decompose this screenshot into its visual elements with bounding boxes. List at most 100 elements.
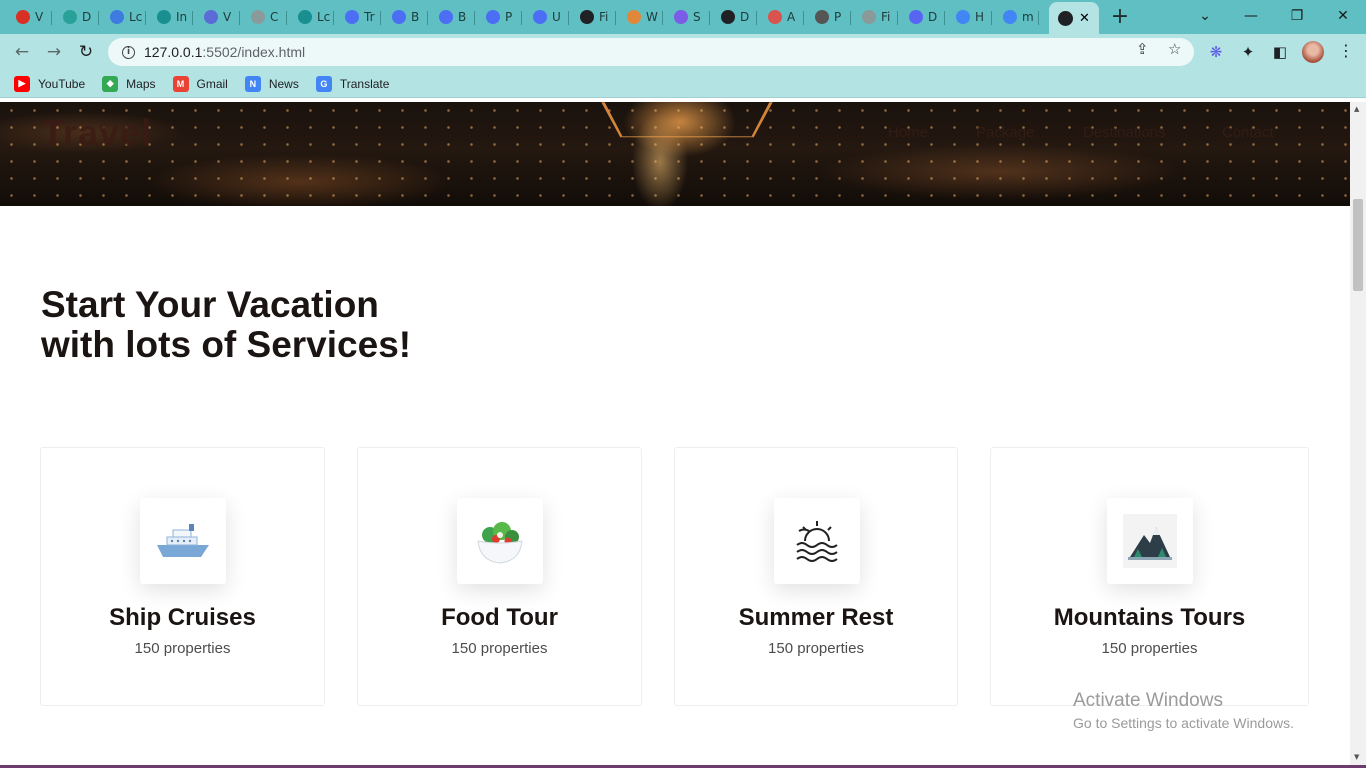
card-title: Ship Cruises	[109, 604, 256, 631]
browser-tab[interactable]: D	[901, 5, 945, 29]
browser-tab[interactable]: m	[995, 5, 1039, 29]
browser-tab[interactable]: S	[666, 5, 710, 29]
watermark-subtitle: Go to Settings to activate Windows.	[1073, 715, 1294, 731]
close-window-button[interactable]: ✕	[1320, 0, 1366, 32]
globe-icon	[1058, 10, 1073, 26]
nav-home[interactable]: Home	[888, 124, 928, 141]
hero-banner: Travel Home Package Destinations Contact	[0, 102, 1350, 206]
tab-favicon-icon	[16, 10, 30, 24]
extension-icon[interactable]: ❋	[1206, 42, 1226, 62]
service-card-mountains-tours[interactable]: Mountains Tours 150 properties	[990, 447, 1309, 706]
gmail-icon: M	[172, 75, 189, 92]
bookmark-label: Maps	[126, 76, 156, 91]
reload-button[interactable]: ↻	[74, 40, 98, 64]
url-host: 127.0.0.1	[144, 44, 203, 60]
browser-tab[interactable]: P	[807, 5, 851, 29]
browser-tab[interactable]: Fi	[854, 5, 898, 29]
tab-separator	[756, 11, 757, 25]
scrollbar-thumb[interactable]	[1353, 199, 1363, 291]
site-info-icon[interactable]: i	[122, 45, 135, 59]
tab-search-button[interactable]: ⌄	[1182, 0, 1228, 32]
tab-title: D	[82, 10, 92, 24]
browser-tab[interactable]: Lc	[290, 5, 334, 29]
youtube-icon: ▶	[14, 75, 30, 92]
nav-package[interactable]: Package	[976, 124, 1034, 141]
minimize-button[interactable]: —	[1228, 0, 1274, 32]
scroll-up-icon[interactable]: ▲	[1354, 105, 1362, 113]
tab-title: C	[270, 10, 279, 24]
card-title: Summer Rest	[738, 604, 894, 631]
back-button[interactable]: ←	[10, 40, 34, 64]
bookmark-star-icon[interactable]: ☆	[1168, 40, 1181, 58]
browser-tab[interactable]: Fi	[572, 5, 616, 29]
tab-favicon-icon	[956, 10, 970, 24]
tab-separator	[474, 11, 475, 25]
page-viewport: Travel Home Package Destinations Contact…	[0, 102, 1350, 768]
active-tab[interactable]: ✕	[1049, 2, 1099, 34]
heading-line-2: with lots of Services!	[41, 324, 412, 365]
site-logo[interactable]: Travel	[42, 112, 152, 154]
tab-title: W	[646, 10, 658, 24]
profile-avatar[interactable]	[1302, 41, 1324, 63]
browser-tab[interactable]: In	[149, 5, 193, 29]
tab-favicon-icon	[721, 10, 735, 24]
bookmark-news[interactable]: N News	[244, 75, 299, 92]
tab-title: P	[505, 10, 513, 24]
browser-tab[interactable]: H	[948, 5, 992, 29]
service-card-summer-rest[interactable]: Summer Rest 150 properties	[674, 447, 958, 706]
browser-tab[interactable]: W	[619, 5, 663, 29]
tab-favicon-icon	[533, 10, 547, 24]
tab-favicon-icon	[110, 10, 124, 24]
browser-tab[interactable]: B	[431, 5, 475, 29]
tab-separator	[333, 11, 334, 25]
browser-tab[interactable]: P	[478, 5, 522, 29]
tab-title: Fi	[599, 10, 609, 24]
tab-separator	[1038, 11, 1039, 25]
browser-menu-icon[interactable]: ⋮	[1338, 41, 1354, 60]
close-tab-icon[interactable]: ✕	[1079, 10, 1090, 26]
browser-tab[interactable]: U	[525, 5, 569, 29]
restore-button[interactable]: ❐	[1274, 0, 1320, 32]
eiffel-tower-image	[601, 102, 773, 138]
tab-title: m	[1022, 10, 1034, 24]
service-card-food-tour[interactable]: Food Tour 150 properties	[357, 447, 642, 706]
tab-title: Lc	[129, 10, 143, 24]
tab-favicon-icon	[157, 10, 171, 24]
bookmark-maps[interactable]: ◆ Maps	[102, 75, 156, 92]
browser-tab[interactable]: Lc	[102, 5, 146, 29]
service-card-ship-cruises[interactable]: Ship Cruises 150 properties	[40, 447, 325, 706]
browser-tab[interactable]: Tr	[337, 5, 381, 29]
tab-separator	[192, 11, 193, 25]
nav-destinations[interactable]: Destinations	[1083, 124, 1166, 141]
services-heading: Start Your Vacation with lots of Service…	[41, 285, 461, 365]
tab-separator	[662, 11, 663, 25]
nav-contact[interactable]: Contact	[1222, 124, 1274, 141]
bookmark-youtube[interactable]: ▶ YouTube	[14, 75, 85, 92]
share-icon[interactable]: ⇪	[1136, 40, 1149, 58]
card-subtitle: 150 properties	[134, 640, 231, 657]
page-scrollbar[interactable]: ▲ ▼	[1350, 102, 1366, 768]
heading-line-1: Start Your Vacation	[41, 284, 379, 325]
tab-separator	[145, 11, 146, 25]
browser-tab[interactable]: A	[760, 5, 804, 29]
tab-favicon-icon	[251, 10, 265, 24]
browser-tab[interactable]: D	[713, 5, 757, 29]
new-tab-button[interactable]: +	[1108, 5, 1132, 29]
tab-title: B	[458, 10, 467, 24]
browser-tab[interactable]: D	[55, 5, 99, 29]
scroll-down-icon[interactable]: ▼	[1354, 753, 1362, 761]
forward-button[interactable]: →	[42, 40, 66, 64]
side-panel-icon[interactable]: ◧	[1270, 42, 1290, 62]
tab-favicon-icon	[862, 10, 876, 24]
extensions-puzzle-icon[interactable]: ✦	[1238, 42, 1258, 62]
bookmark-translate[interactable]: G Translate	[315, 75, 389, 92]
address-bar[interactable]: i 127.0.0.1:5502/index.html	[108, 38, 1194, 66]
tab-favicon-icon	[204, 10, 218, 24]
browser-tab[interactable]: C	[243, 5, 287, 29]
bookmark-gmail[interactable]: M Gmail	[172, 75, 228, 92]
tab-separator	[239, 11, 240, 25]
browser-tab[interactable]: B	[384, 5, 428, 29]
card-subtitle: 150 properties	[768, 640, 864, 657]
browser-tab[interactable]: V	[196, 5, 240, 29]
browser-tab[interactable]: V	[8, 5, 52, 29]
